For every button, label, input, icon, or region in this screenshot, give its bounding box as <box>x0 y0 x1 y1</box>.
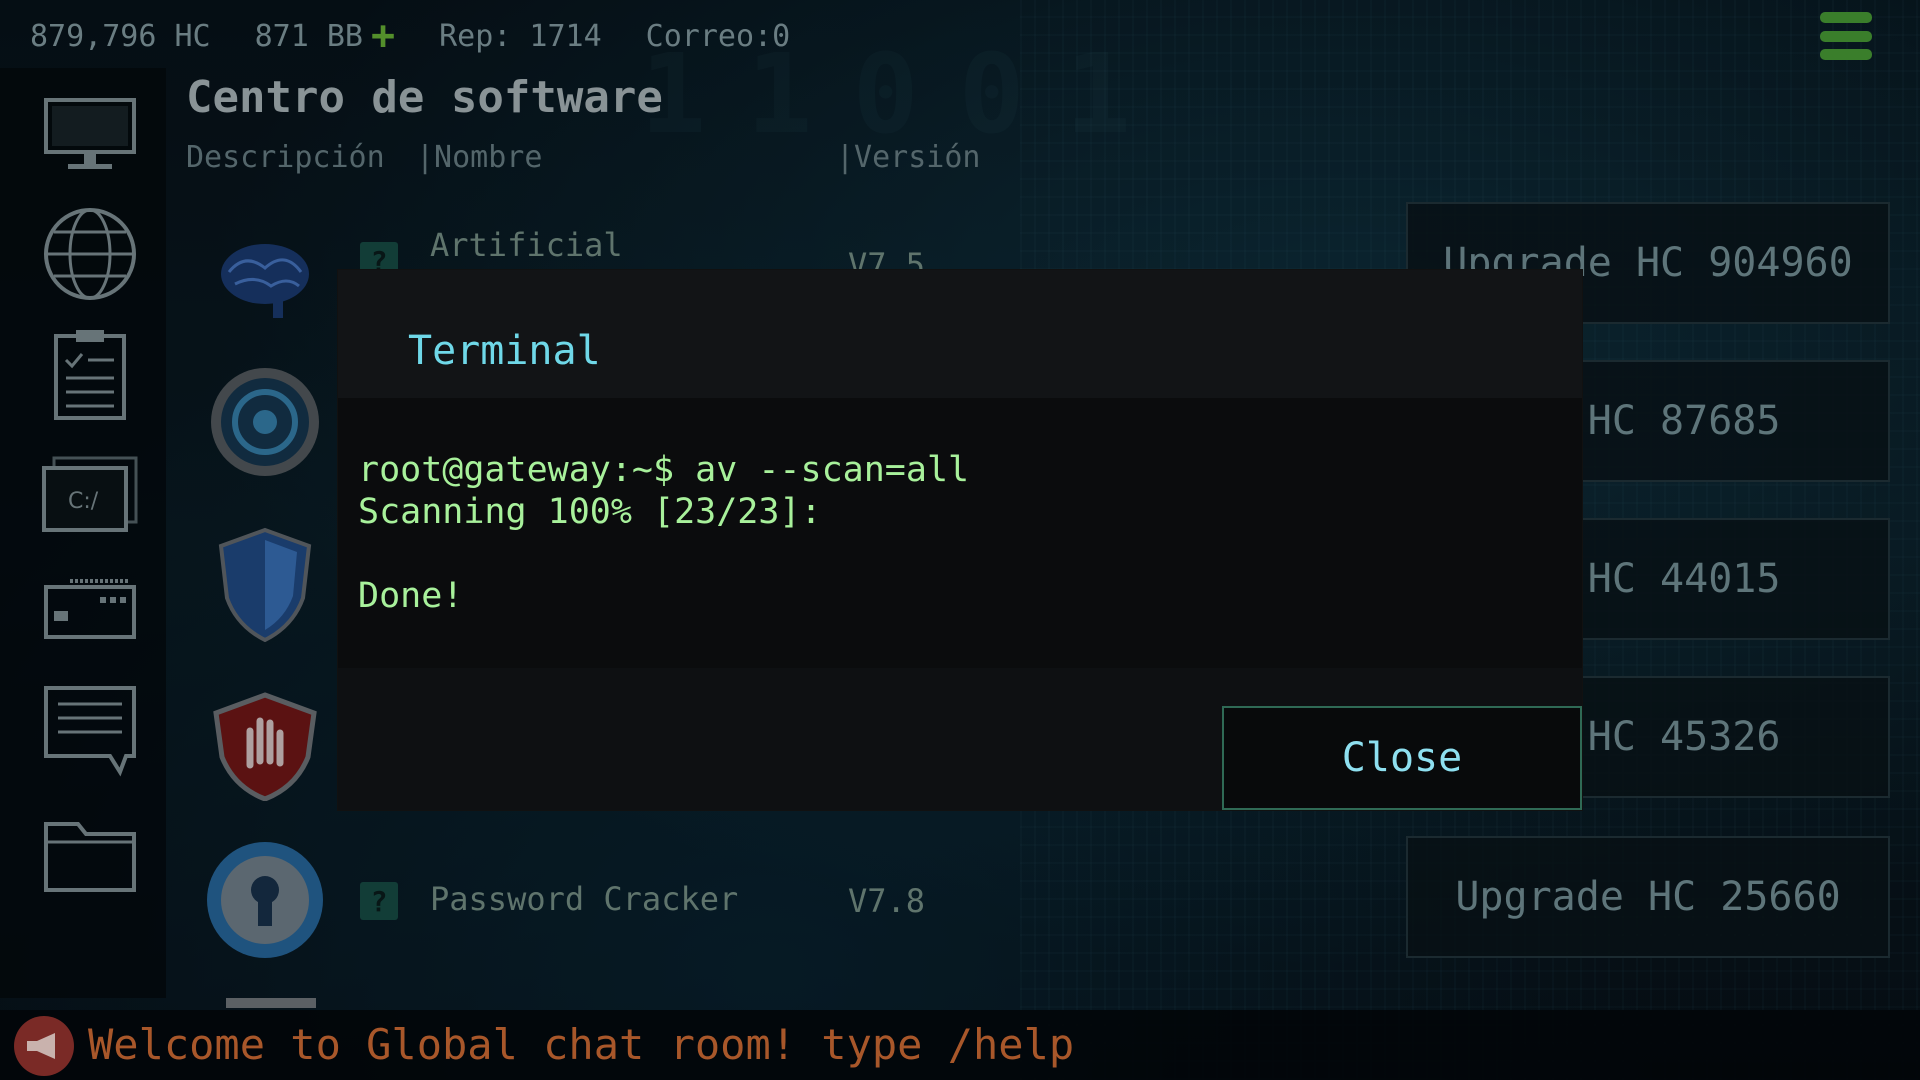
chat-message: Welcome to Global chat room! type /help <box>88 1020 1075 1069</box>
megaphone-icon[interactable] <box>14 1016 74 1076</box>
scroll-indicator <box>226 998 316 1008</box>
terminal-dialog: Terminal root@gateway:~$ av --scan=all S… <box>338 270 1582 810</box>
chat-bar[interactable]: Welcome to Global chat room! type /help <box>0 1010 1920 1080</box>
close-button[interactable]: Close <box>1222 706 1582 810</box>
terminal-line: Done! <box>358 576 464 616</box>
terminal-line: Scanning 100% [23/23]: <box>358 492 822 532</box>
dialog-title: Terminal <box>408 328 601 374</box>
dialog-header: Terminal <box>338 270 1582 398</box>
terminal-line: root@gateway:~$ av --scan=all <box>358 450 970 490</box>
terminal-output: root@gateway:~$ av --scan=all Scanning 1… <box>338 398 1582 668</box>
